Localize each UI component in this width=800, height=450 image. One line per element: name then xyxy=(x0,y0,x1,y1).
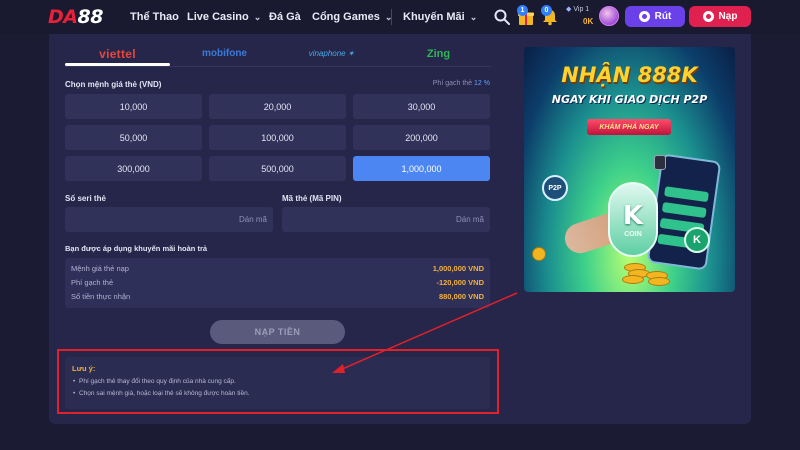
deposit-icon xyxy=(702,11,714,22)
lock-icon xyxy=(654,155,666,170)
logo[interactable]: DA88 xyxy=(48,6,103,28)
nav-item-promotions[interactable]: Khuyến Mãi ⌄ xyxy=(403,0,477,34)
deposit-button[interactable]: Nạp xyxy=(689,6,751,27)
fee-note: Phí gạch thẻ 12 % xyxy=(432,80,490,87)
coin-icon xyxy=(648,277,670,286)
nav-item-live-casino[interactable]: Live Casino ⌄ xyxy=(187,0,261,34)
notification-badge: 0 xyxy=(541,5,552,16)
tab-vinaphone[interactable]: vinaphone ✶ xyxy=(279,41,384,66)
summary-row: Phí gạch thẻ -120,000 VND xyxy=(71,278,484,287)
diamond-icon: ◆ xyxy=(566,6,572,13)
denomination-option[interactable]: 300,000 xyxy=(65,156,202,181)
chevron-down-icon: ⌄ xyxy=(469,11,478,22)
pin-input[interactable]: Dán mã xyxy=(282,207,490,232)
tab-mobifone[interactable]: mobifone xyxy=(172,41,277,66)
withdraw-icon xyxy=(638,11,650,22)
denomination-option[interactable]: 200,000 xyxy=(353,125,490,150)
chevron-down-icon: ⌄ xyxy=(253,11,262,22)
search-icon[interactable] xyxy=(493,8,511,26)
vip-level: ◆ Vip 1 xyxy=(566,6,590,13)
banner-cta-button[interactable]: KHÁM PHÁ NGAY xyxy=(587,119,671,135)
denomination-option[interactable]: 500,000 xyxy=(209,156,346,181)
nav-item-cockfight[interactable]: Đá Gà xyxy=(269,0,301,34)
wallet-balance: 0K xyxy=(583,17,594,26)
denomination-option[interactable]: 50,000 xyxy=(65,125,202,150)
promo-banner[interactable]: NHẬN 888K NGAY KHI GIAO DỊCH P2P KHÁM PH… xyxy=(524,47,735,292)
nav-divider xyxy=(391,9,392,25)
denomination-option[interactable]: 100,000 xyxy=(209,125,346,150)
vinaphone-star-icon: ✶ xyxy=(347,49,355,58)
denomination-label: Chọn mệnh giá thẻ (VND) xyxy=(65,80,162,89)
k-coin-icon: K xyxy=(684,227,710,253)
nav-item-games[interactable]: Cổng Games ⌄ xyxy=(312,0,392,34)
kcoin-card: K COIN xyxy=(608,182,658,257)
tabs-divider xyxy=(65,66,491,67)
denomination-option[interactable]: 30,000 xyxy=(353,94,490,119)
banner-subheadline: NGAY KHI GIAO DỊCH P2P xyxy=(551,93,708,106)
promo-note: Bạn được áp dụng khuyến mãi hoàn trả xyxy=(65,244,208,253)
denomination-option-selected[interactable]: 1,000,000 xyxy=(353,156,490,181)
pin-label: Mã thẻ (Mã PIN) xyxy=(282,194,342,203)
deposit-summary: Mệnh giá thẻ nạp 1,000,000 VND Phí gạch t… xyxy=(65,258,490,308)
p2p-badge-icon: P2P xyxy=(542,175,568,201)
denomination-option[interactable]: 10,000 xyxy=(65,94,202,119)
summary-row: Mệnh giá thẻ nạp 1,000,000 VND xyxy=(71,264,484,273)
coin-icon xyxy=(532,247,546,261)
nav-item-sports[interactable]: Thể Thao xyxy=(130,0,179,34)
avatar[interactable] xyxy=(599,6,619,26)
carrier-tabs: viettel mobifone vinaphone ✶ Zing xyxy=(65,41,491,66)
tab-zing[interactable]: Zing xyxy=(386,41,491,66)
summary-row: Số tiền thực nhận 880,000 VND xyxy=(71,292,484,301)
banner-headline: NHẬN 888K xyxy=(561,63,698,87)
serial-input[interactable]: Dán mã xyxy=(65,207,273,232)
denomination-option[interactable]: 20,000 xyxy=(209,94,346,119)
serial-label: Số seri thẻ xyxy=(65,194,106,203)
gift-badge: 1 xyxy=(517,5,528,16)
submit-deposit-button[interactable]: NẠP TIỀN xyxy=(210,320,345,344)
withdraw-button[interactable]: Rút xyxy=(625,6,685,27)
coin-icon xyxy=(622,275,644,284)
top-navbar: DA88 Thể Thao Live Casino ⌄ Đá Gà Cổng Ga… xyxy=(0,0,800,34)
annotation-highlight-box xyxy=(57,349,499,414)
